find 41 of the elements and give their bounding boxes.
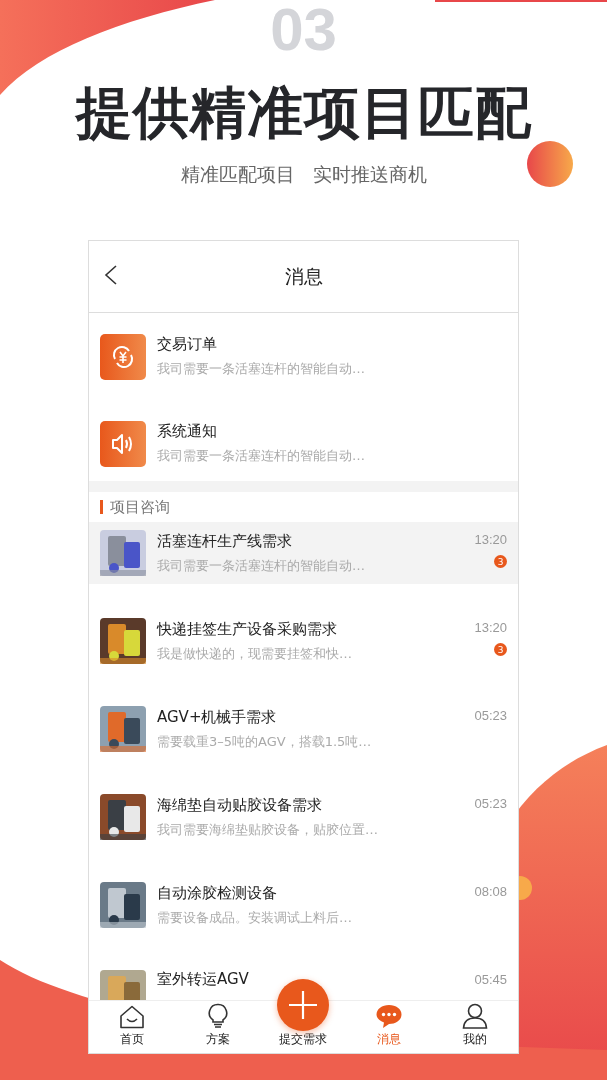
tagline: 精准匹配项目 — [180, 161, 295, 187]
message-preview: 需要载重3–5吨的AGV，搭载1.5吨… — [157, 732, 373, 751]
message-title: 交易订单 — [157, 335, 218, 354]
message-time: 13:20 — [474, 532, 507, 547]
message-time: 05:23 — [474, 796, 507, 811]
back-icon[interactable] — [104, 265, 118, 285]
unread-count: 3 — [494, 643, 507, 656]
message-item[interactable]: 海绵垫自动贴胶设备需求 我司需要海绵垫贴胶设备，贴胶位置… 05:23 — [89, 786, 518, 848]
message-preview: 我是做快递的，现需要挂签和快… — [157, 644, 353, 663]
message-title: 室外转运AGV — [157, 970, 250, 989]
headline: 提供精准项目匹配 — [75, 82, 532, 144]
message-preview: 需要设备成品。安装调试上料后… — [157, 908, 353, 927]
message-item[interactable]: 快递挂签生产设备采购需求 我是做快递的，现需要挂签和快… 13:20 3 — [89, 610, 518, 672]
tab[interactable]: 首页 — [89, 1001, 175, 1053]
message-time: 08:08 — [474, 884, 507, 899]
tab[interactable]: 我的 — [432, 1001, 518, 1053]
chat-icon — [375, 1003, 404, 1029]
message-title: AGV+机械手需求 — [157, 707, 278, 727]
tagline: 实时推送商机 — [312, 161, 427, 187]
lightbulb-icon — [206, 1003, 229, 1029]
section-header: 项目咨询 — [89, 492, 518, 522]
screen-title: 消息 — [284, 263, 323, 289]
tab[interactable]: 方案 — [174, 1001, 261, 1053]
message-time: 05:45 — [474, 972, 507, 987]
message-title: 活塞连杆生产线需求 — [157, 531, 293, 551]
message-item[interactable]: AGV+机械手需求 需要载重3–5吨的AGV，搭载1.5吨… 05:23 — [89, 698, 518, 760]
message-time: 05:23 — [474, 708, 507, 723]
tab[interactable]: 提交需求 — [260, 967, 347, 1053]
message-time: 13:20 — [474, 620, 507, 635]
yuan-icon — [110, 343, 136, 370]
decorative-dot — [527, 141, 573, 187]
message-title: 海绵垫自动贴胶设备需求 — [157, 795, 323, 815]
tab[interactable]: 消息 — [346, 1001, 433, 1053]
home-icon — [118, 1005, 145, 1029]
message-title: 系统通知 — [157, 422, 218, 441]
message-item[interactable]: 自动涂胶检测设备 需要设备成品。安装调试上料后… 08:08 — [89, 874, 518, 936]
message-title: 自动涂胶检测设备 — [157, 883, 278, 903]
person-icon — [462, 1003, 489, 1029]
message-preview: 我司需要海绵垫贴胶设备，贴胶位置… — [157, 820, 379, 839]
message-title: 快递挂签生产设备采购需求 — [157, 619, 338, 639]
unread-count: 3 — [494, 555, 507, 568]
